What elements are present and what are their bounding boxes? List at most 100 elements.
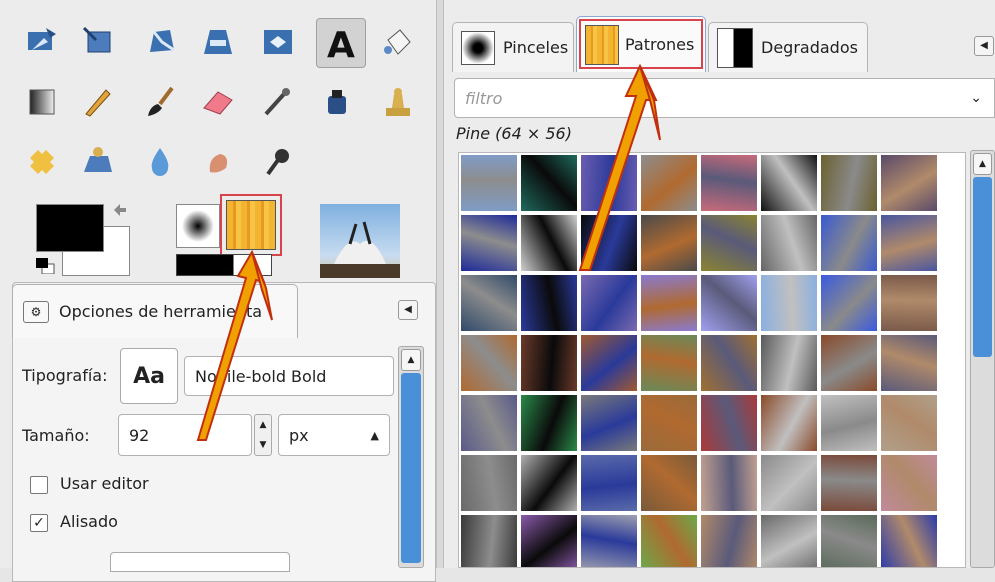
pattern-swatch[interactable] bbox=[581, 395, 637, 451]
scrollbar-thumb[interactable] bbox=[401, 373, 421, 563]
use-editor-checkbox[interactable] bbox=[30, 476, 48, 494]
pattern-swatch[interactable] bbox=[881, 515, 937, 567]
pattern-swatch[interactable] bbox=[521, 335, 577, 391]
foreground-color-swatch[interactable] bbox=[36, 204, 104, 252]
pattern-swatch[interactable] bbox=[881, 215, 937, 271]
tool-options-tab[interactable]: ⚙ Opciones de herramienta bbox=[12, 284, 298, 338]
pattern-swatch[interactable] bbox=[761, 455, 817, 511]
pattern-scroll-up-icon[interactable]: ▲ bbox=[973, 153, 992, 175]
pattern-scrollbar-thumb[interactable] bbox=[973, 177, 992, 357]
pattern-swatch[interactable] bbox=[761, 155, 817, 211]
pattern-swatch[interactable] bbox=[701, 335, 757, 391]
pattern-swatch[interactable] bbox=[461, 455, 517, 511]
pattern-swatch[interactable] bbox=[821, 155, 877, 211]
pattern-swatch[interactable] bbox=[701, 215, 757, 271]
pattern-swatch[interactable] bbox=[701, 275, 757, 331]
pattern-swatch[interactable] bbox=[521, 275, 577, 331]
align-tool-icon[interactable] bbox=[20, 20, 64, 64]
pattern-filter-input[interactable]: filtro ⌄ bbox=[454, 78, 995, 118]
active-pattern-indicator[interactable] bbox=[226, 200, 276, 250]
pattern-swatch[interactable] bbox=[461, 275, 517, 331]
pattern-swatch[interactable] bbox=[581, 455, 637, 511]
dock-separator[interactable] bbox=[436, 0, 444, 568]
unit-select[interactable]: px ▲ bbox=[278, 414, 390, 456]
pattern-swatch[interactable] bbox=[461, 155, 517, 211]
pattern-swatch[interactable] bbox=[881, 455, 937, 511]
heal-tool-icon[interactable] bbox=[20, 140, 64, 184]
panel-menu-icon[interactable]: ◀ bbox=[398, 300, 418, 320]
pattern-swatch[interactable] bbox=[881, 155, 937, 211]
filter-dropdown-icon[interactable]: ⌄ bbox=[970, 90, 982, 106]
pattern-swatch[interactable] bbox=[761, 215, 817, 271]
dock-menu-icon[interactable]: ◀ bbox=[974, 36, 994, 56]
pencil-tool-icon[interactable] bbox=[76, 80, 120, 124]
size-spinner[interactable]: ▲ ▼ bbox=[254, 414, 272, 456]
smudge-tool-icon[interactable] bbox=[196, 140, 240, 184]
active-gradient-indicator[interactable] bbox=[176, 254, 272, 276]
scroll-up-icon[interactable]: ▲ bbox=[401, 349, 421, 371]
font-preview-button[interactable]: Aa bbox=[120, 348, 178, 404]
active-image-thumbnail[interactable] bbox=[320, 204, 400, 278]
swap-colors-icon[interactable] bbox=[112, 202, 130, 218]
perspective-tool-icon[interactable] bbox=[196, 20, 240, 64]
pattern-swatch[interactable] bbox=[761, 515, 817, 567]
pattern-swatch[interactable] bbox=[881, 335, 937, 391]
active-brush-indicator[interactable] bbox=[176, 204, 220, 248]
pattern-swatch[interactable] bbox=[641, 275, 697, 331]
default-colors-icon[interactable] bbox=[36, 258, 56, 275]
pattern-swatch[interactable] bbox=[461, 335, 517, 391]
dodge-burn-tool-icon[interactable] bbox=[256, 140, 300, 184]
eraser-tool-icon[interactable] bbox=[196, 80, 240, 124]
rotate-tool-icon[interactable] bbox=[140, 20, 184, 64]
pattern-swatch[interactable] bbox=[461, 515, 517, 567]
flip-tool-icon[interactable] bbox=[256, 20, 300, 64]
pattern-swatch[interactable] bbox=[701, 395, 757, 451]
pattern-swatch[interactable] bbox=[581, 515, 637, 567]
blur-tool-icon[interactable] bbox=[138, 140, 182, 184]
pattern-swatch[interactable] bbox=[521, 455, 577, 511]
pattern-swatch[interactable] bbox=[581, 215, 637, 271]
paintbrush-tool-icon[interactable] bbox=[138, 80, 182, 124]
pattern-swatch[interactable] bbox=[461, 395, 517, 451]
ink-tool-icon[interactable] bbox=[316, 80, 360, 124]
tool-options-scrollbar[interactable]: ▲ bbox=[398, 346, 424, 568]
text-tool-icon[interactable]: A bbox=[316, 18, 366, 68]
pattern-swatch[interactable] bbox=[641, 395, 697, 451]
pattern-swatch[interactable] bbox=[881, 275, 937, 331]
tab-patterns[interactable]: Patrones bbox=[576, 16, 706, 72]
pattern-swatch[interactable] bbox=[521, 155, 577, 211]
tab-gradients[interactable]: Degradados bbox=[708, 22, 868, 72]
size-input[interactable]: 92 bbox=[118, 414, 252, 456]
pattern-swatch[interactable] bbox=[641, 455, 697, 511]
tab-brushes[interactable]: Pinceles bbox=[452, 22, 574, 72]
pattern-swatch[interactable] bbox=[641, 155, 697, 211]
pattern-swatch[interactable] bbox=[521, 515, 577, 567]
pattern-swatch[interactable] bbox=[461, 215, 517, 271]
pattern-swatch[interactable] bbox=[821, 215, 877, 271]
pattern-swatch[interactable] bbox=[761, 335, 817, 391]
pattern-swatch[interactable] bbox=[521, 215, 577, 271]
pattern-swatch[interactable] bbox=[581, 275, 637, 331]
airbrush-tool-icon[interactable] bbox=[256, 80, 300, 124]
pattern-swatch[interactable] bbox=[821, 455, 877, 511]
pattern-grid-scrollbar[interactable]: ▲ bbox=[970, 150, 995, 568]
pattern-swatch[interactable] bbox=[581, 155, 637, 211]
pattern-swatch[interactable] bbox=[641, 335, 697, 391]
bucket-fill-tool-icon[interactable] bbox=[376, 20, 420, 64]
antialias-checkbox[interactable]: ✓ bbox=[30, 514, 48, 532]
justify-select[interactable] bbox=[110, 552, 290, 572]
pattern-swatch[interactable] bbox=[581, 335, 637, 391]
pattern-swatch[interactable] bbox=[701, 155, 757, 211]
font-name-input[interactable]: Nobile-bold Bold bbox=[184, 356, 394, 396]
pattern-swatch[interactable] bbox=[881, 395, 937, 451]
pattern-swatch[interactable] bbox=[521, 395, 577, 451]
pattern-swatch[interactable] bbox=[821, 335, 877, 391]
pattern-swatch[interactable] bbox=[761, 395, 817, 451]
pattern-swatch[interactable] bbox=[701, 455, 757, 511]
pattern-swatch[interactable] bbox=[761, 275, 817, 331]
pattern-swatch[interactable] bbox=[821, 275, 877, 331]
clone-tool-icon[interactable] bbox=[376, 80, 420, 124]
pattern-swatch[interactable] bbox=[701, 515, 757, 567]
pattern-swatch[interactable] bbox=[641, 215, 697, 271]
perspective-clone-tool-icon[interactable] bbox=[76, 140, 120, 184]
